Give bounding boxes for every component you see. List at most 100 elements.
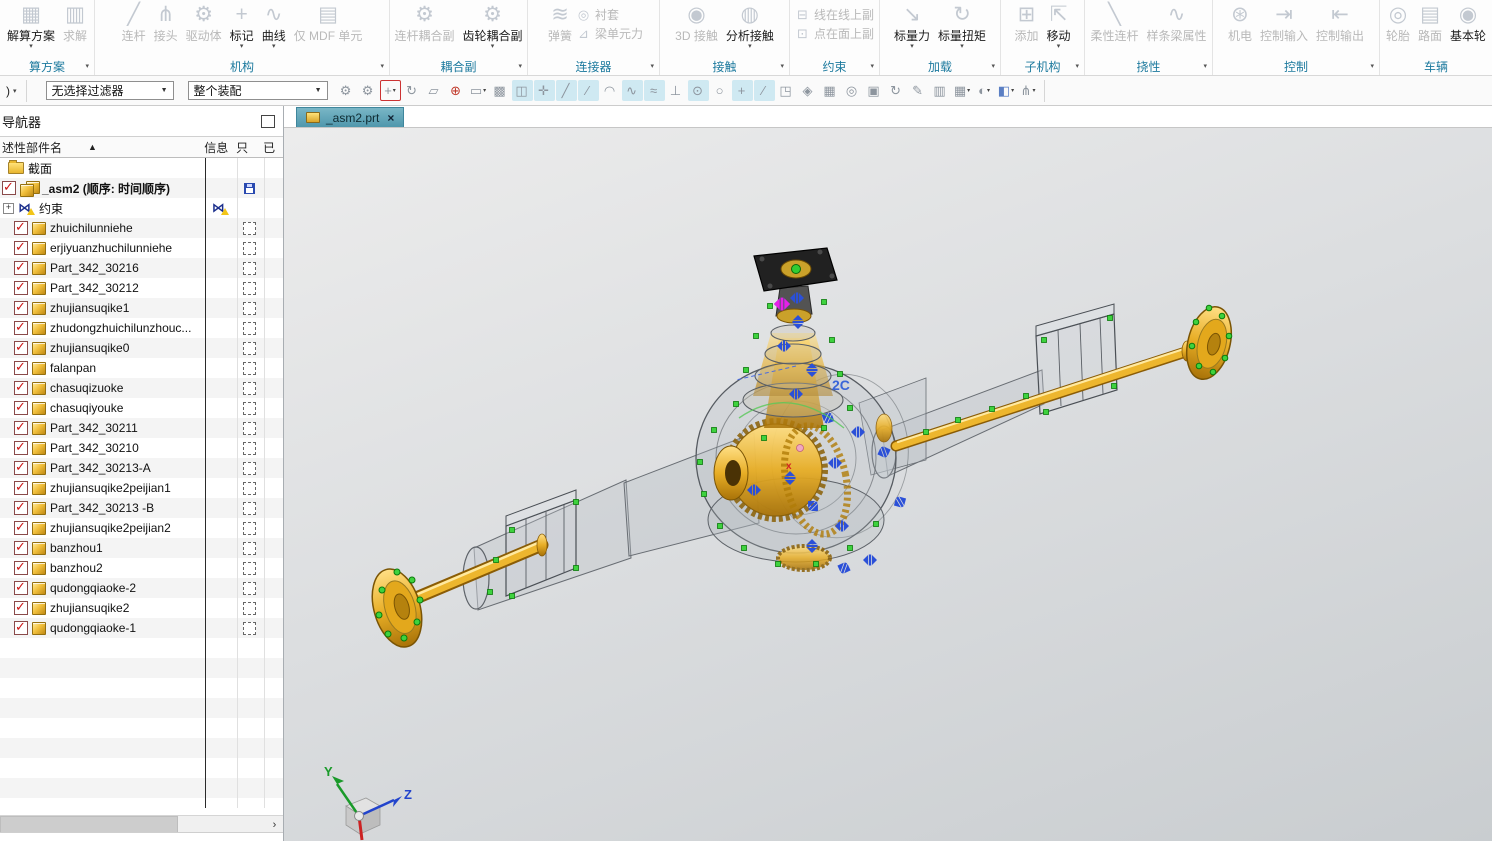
snap-curve-icon[interactable]: ◠	[600, 80, 621, 101]
snap-midpoint-icon[interactable]: ∕	[577, 80, 599, 101]
ribbon-item-link-coupler[interactable]: ⚙ 连杆耦合副	[390, 1, 458, 43]
column-header-name[interactable]: 述性部件名 ▲	[0, 139, 204, 156]
readonly-checkbox[interactable]	[243, 281, 257, 295]
tree-row-component[interactable]: chasuqizuoke	[0, 378, 283, 398]
snap-facet-icon[interactable]: ◈	[798, 80, 819, 101]
assembly-checkbox[interactable]	[2, 180, 16, 195]
tree-row-component[interactable]: zhujiansuqike2peijian2	[0, 518, 283, 538]
snap-pole-icon[interactable]: ⊥	[666, 80, 687, 101]
orient-view-icon[interactable]: ⋔ ▾	[1018, 80, 1039, 101]
model-input-flange[interactable]	[753, 247, 838, 292]
snap-intersection-icon[interactable]: +	[731, 80, 753, 101]
component-checkbox[interactable]	[14, 221, 28, 235]
marquee-select-icon[interactable]: ▭ ▾	[468, 80, 489, 101]
component-checkbox[interactable]	[14, 341, 28, 355]
ribbon-item-marker[interactable]: + 标记 ▾	[226, 1, 258, 51]
ribbon-group-label-vehicle[interactable]: 车辆	[1380, 57, 1492, 75]
component-checkbox[interactable]	[14, 461, 28, 475]
readonly-checkbox[interactable]	[243, 521, 257, 535]
rotate-reuse-icon[interactable]: ↻	[402, 80, 423, 101]
render-style-icon[interactable]: ◐ ▾	[974, 80, 995, 101]
column-header-info[interactable]: 信息	[204, 139, 236, 156]
component-checkbox[interactable]	[14, 581, 28, 595]
ribbon-item-curve-on-curve[interactable]: ⊟ 线在线上副	[795, 7, 874, 23]
close-tab-icon[interactable]: ×	[387, 111, 394, 125]
ribbon-item-joint[interactable]: ⋔ 接头	[150, 1, 182, 43]
expand-icon[interactable]: +	[3, 202, 14, 214]
ribbon-group-label-submechanism[interactable]: 子机构 ▾	[1001, 57, 1084, 75]
view-cube-icon[interactable]: ◧ ▾	[996, 80, 1017, 101]
readonly-checkbox[interactable]	[243, 441, 257, 455]
menu-button-partial[interactable]: ) ▾	[2, 84, 21, 98]
ribbon-item-solve[interactable]: ▥ 求解	[59, 1, 91, 43]
tree-row-component[interactable]: Part_342_30213 -B	[0, 498, 283, 518]
snapshot-icon[interactable]: ▣	[864, 80, 885, 101]
snap-quadrant-icon[interactable]: ○	[710, 80, 731, 101]
snap-point-on-line-icon[interactable]: ⁄	[753, 80, 775, 101]
scrollbar-track[interactable]	[178, 816, 266, 833]
snap-arc-center-icon[interactable]: ⊙	[687, 80, 709, 101]
ribbon-item-scalar-force[interactable]: ↘ 标量力 ▾	[890, 1, 934, 51]
readonly-checkbox[interactable]	[243, 581, 257, 595]
snap-handles-icon[interactable]: ✛	[533, 80, 555, 101]
component-checkbox[interactable]	[14, 301, 28, 315]
ribbon-item-beam-force[interactable]: ⊿ 梁单元力	[576, 26, 643, 42]
component-checkbox[interactable]	[14, 241, 28, 255]
horizontal-scrollbar[interactable]: ›	[0, 815, 283, 833]
tree-row-component[interactable]: zhujiansuqike2peijian1	[0, 478, 283, 498]
readonly-checkbox[interactable]	[243, 561, 257, 575]
dice-icon[interactable]: ▩	[490, 80, 511, 101]
ribbon-item-point-on-surface[interactable]: ⊡ 点在面上副	[795, 26, 874, 42]
ribbon-item-mdf-only[interactable]: ▤ 仅 MDF 单元	[290, 1, 367, 43]
ribbon-item-link[interactable]: ╱ 连杆	[118, 1, 150, 43]
component-checkbox[interactable]	[14, 361, 28, 375]
readonly-checkbox[interactable]	[243, 381, 257, 395]
panel-float-button[interactable]	[261, 114, 275, 128]
snap-point-on-face-icon[interactable]: ◳	[776, 80, 797, 101]
zoom-region-icon[interactable]: ◎	[842, 80, 863, 101]
component-checkbox[interactable]	[14, 601, 28, 615]
selection-scope-select[interactable]: 整个装配 ▼	[187, 81, 328, 100]
refresh-icon[interactable]: ↻	[886, 80, 907, 101]
snap-curve-on-curve-icon[interactable]: ≈	[643, 80, 665, 101]
tree-row-component[interactable]: Part_342_30212	[0, 278, 283, 298]
snap-spline-point-icon[interactable]: ∿	[621, 80, 643, 101]
ribbon-item-road[interactable]: ▤ 路面	[1414, 1, 1446, 43]
tree-row-component[interactable]: erjiyuanzhuchilunniehe	[0, 238, 283, 258]
ribbon-group-label-connector[interactable]: 连接器 ▾	[528, 57, 659, 75]
ribbon-item-analysis-contact[interactable]: ◍ 分析接触 ▾	[722, 1, 778, 51]
scrollbar-thumb[interactable]	[0, 816, 178, 833]
tree-row-component[interactable]: banzhou2	[0, 558, 283, 578]
readonly-checkbox[interactable]	[243, 501, 257, 515]
readonly-checkbox[interactable]	[243, 461, 257, 475]
snap-box-icon[interactable]: ◫	[511, 80, 533, 101]
orientation-triad[interactable]: Z Y	[324, 764, 412, 841]
ribbon-item-flexible-link[interactable]: ╲ 柔性连杆	[1086, 1, 1142, 43]
sheets-icon[interactable]: ▥	[930, 80, 951, 101]
readonly-checkbox[interactable]	[243, 621, 257, 635]
component-checkbox[interactable]	[14, 501, 28, 515]
ribbon-item-add[interactable]: ⊞ 添加	[1010, 1, 1042, 43]
tree-row-component[interactable]: qudongqiaoke-1	[0, 618, 283, 638]
move-component-icon[interactable]: ⚙	[358, 80, 379, 101]
tree-row-component[interactable]: chasuqiyouke	[0, 398, 283, 418]
component-checkbox[interactable]	[14, 621, 28, 635]
viewport-3d-model[interactable]: 2C x Z Y	[284, 128, 1492, 841]
readonly-checkbox[interactable]	[243, 481, 257, 495]
column-header-loaded[interactable]: 已	[263, 139, 283, 156]
tree-row-component[interactable]: zhudongzhuichilunzhouc...	[0, 318, 283, 338]
tree-row-component[interactable]: Part_342_30210	[0, 438, 283, 458]
readonly-checkbox[interactable]	[243, 601, 257, 615]
model-input-pinion[interactable]	[742, 285, 844, 428]
component-checkbox[interactable]	[14, 381, 28, 395]
ribbon-item-gear-coupler[interactable]: ⚙ 齿轮耦合副 ▾	[459, 1, 527, 51]
readonly-checkbox[interactable]	[243, 261, 257, 275]
scroll-right-button[interactable]: ›	[266, 816, 283, 833]
ribbon-item-control-input[interactable]: ⇥ 控制输入	[1256, 1, 1312, 43]
tree-row-component[interactable]: zhujiansuqike0	[0, 338, 283, 358]
tree-row-section[interactable]: 截面	[0, 158, 283, 178]
ribbon-group-label-solution[interactable]: 算方案 ▾	[0, 57, 94, 75]
component-checkbox[interactable]	[14, 281, 28, 295]
component-checkbox[interactable]	[14, 541, 28, 555]
component-checkbox[interactable]	[14, 481, 28, 495]
